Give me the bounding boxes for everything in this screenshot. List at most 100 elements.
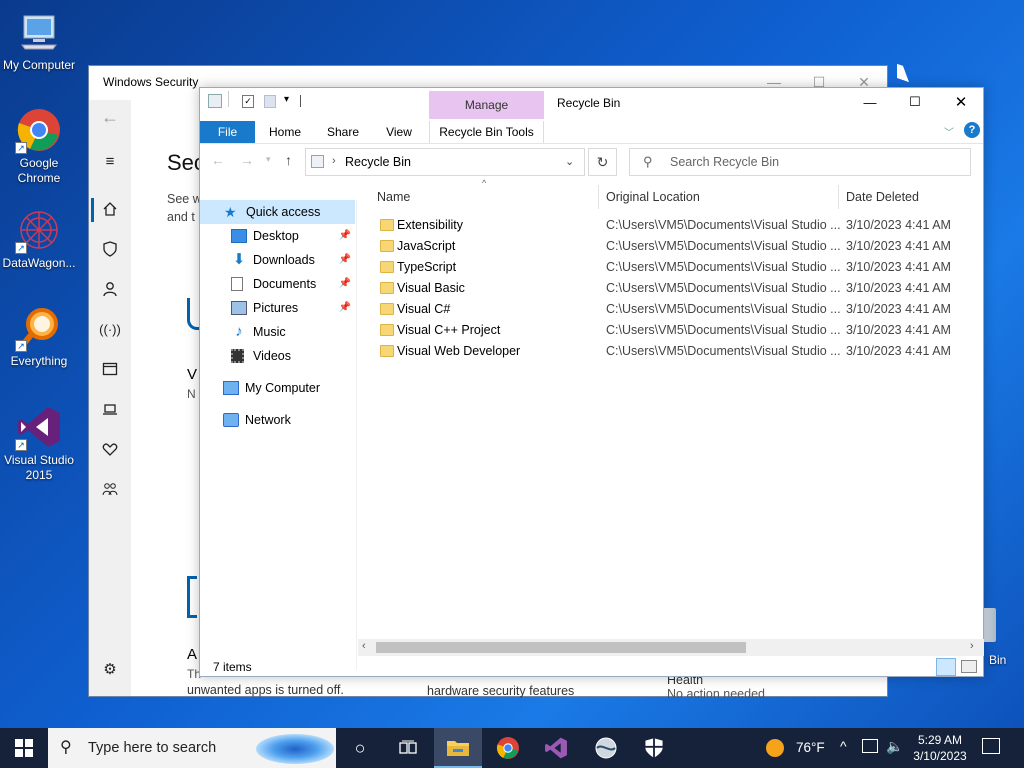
desktop-icon-everything[interactable]: ↗ Everything [0,304,78,369]
taskbar-windows-security-button[interactable] [630,728,678,768]
tab-recycle-bin-tools[interactable]: Recycle Bin Tools [429,121,544,143]
network-status-icon[interactable] [862,739,878,753]
cortana-circle-icon[interactable]: ○ [336,728,384,768]
device-health-heart-icon[interactable] [99,438,121,460]
column-header-name[interactable]: Name [377,188,410,206]
file-row[interactable]: JavaScript C:\Users\VM5\Documents\Visual … [370,236,970,257]
maximize-button[interactable]: ☐ [892,88,938,116]
refresh-icon[interactable]: ↻ [588,148,617,176]
customize-toolbar-dropdown-icon[interactable]: ▾ [284,94,289,105]
file-row[interactable]: Visual C# C:\Users\VM5\Documents\Visual S… [370,299,970,320]
desktop-icon-my-computer[interactable]: My Computer [0,8,78,73]
nav-downloads[interactable]: ⬇ Downloads 📌 [200,248,355,272]
tab-view[interactable]: View [374,121,424,143]
properties-checkbox-icon[interactable]: ✓ [242,95,254,108]
scroll-left-arrow-icon[interactable]: ‹ [362,640,366,652]
scrollbar-thumb[interactable] [376,642,746,653]
nav-label: Documents [253,277,317,291]
action-center-notification-icon[interactable] [982,738,1000,754]
shield-icon[interactable] [99,238,121,260]
app-browser-icon[interactable] [99,358,121,380]
pin-icon[interactable]: 📌 [339,272,351,296]
nav-my-computer[interactable]: My Computer [200,376,355,400]
pin-icon[interactable]: 📌 [339,248,351,272]
column-header-date-deleted[interactable]: Date Deleted [846,188,919,206]
file-row[interactable]: Visual C++ Project C:\Users\VM5\Documents… [370,320,970,341]
horizontal-scrollbar[interactable]: ‹ › [358,639,984,656]
virus-protection-shield-icon [187,298,199,330]
weather-sun-icon[interactable] [766,739,784,757]
column-header-original-location[interactable]: Original Location [606,188,700,206]
taskbar-chrome-button[interactable] [484,728,532,768]
desktop-icon-label: My Computer [2,58,76,72]
documents-icon [231,277,243,291]
taskbar-search-box[interactable]: ⚲ Type here to search [48,728,336,768]
folder-icon [380,345,394,357]
family-options-icon[interactable] [99,478,121,500]
taskbar-app-globe-button[interactable] [582,728,630,768]
breadcrumb[interactable]: Recycle Bin [345,155,411,169]
search-input[interactable]: ⚲ Search Recycle Bin [629,148,971,176]
scroll-right-arrow-icon[interactable]: › [970,640,974,652]
file-row[interactable]: Extensibility C:\Users\VM5\Documents\Visu… [370,215,970,236]
tab-home[interactable]: Home [260,121,310,143]
clock[interactable]: 5:29 AM 3/10/2023 [912,732,968,764]
network-icon [223,413,239,427]
details-view-icon[interactable] [936,658,956,676]
help-icon[interactable]: ? [964,122,980,138]
firewall-network-icon[interactable]: ((·)) [99,318,121,340]
recycle-bin-icon[interactable] [982,608,996,642]
window-title: Recycle Bin [557,96,621,110]
minimize-button[interactable]: — [847,88,893,116]
ribbon-expand-chevron-icon[interactable]: ﹀ [944,124,954,139]
back-arrow-icon[interactable]: ← [211,152,225,168]
new-folder-icon[interactable] [264,95,276,108]
show-hidden-icons-chevron-icon[interactable]: ^ [840,738,847,754]
nav-pictures[interactable]: Pictures 📌 [200,296,355,320]
file-row[interactable]: Visual Web Developer C:\Users\VM5\Documen… [370,341,970,362]
up-arrow-icon[interactable]: ↑ [285,152,292,168]
desktop-icon-datawagon[interactable]: ↗ DataWagon... [0,206,78,271]
settings-gear-icon[interactable]: ⚙ [99,658,121,680]
forward-arrow-icon[interactable]: → [240,152,254,168]
manage-tab-label[interactable]: Manage [429,98,544,112]
task-view-icon[interactable] [384,728,432,768]
volume-speaker-icon[interactable]: 🔈 [886,738,903,755]
nav-desktop[interactable]: Desktop 📌 [200,224,355,248]
recent-locations-chevron-icon[interactable]: ▾ [266,154,271,165]
pin-icon[interactable]: 📌 [339,224,351,248]
file-row[interactable]: TypeScript C:\Users\VM5\Documents\Visual … [370,257,970,278]
hamburger-menu-icon[interactable]: ≡ [99,150,121,172]
windows-start-icon[interactable] [0,728,48,768]
nav-network[interactable]: Network [200,408,355,432]
nav-quick-access[interactable]: ★ Quick access [200,200,355,224]
nav-music[interactable]: ♪ Music [200,320,355,344]
weather-temperature[interactable]: 76°F [796,740,825,755]
home-icon[interactable] [99,198,121,220]
tile-status: N [187,387,196,401]
nav-videos[interactable]: Videos [200,344,355,368]
taskbar-visual-studio-button[interactable] [532,728,580,768]
tile-description: hardware security features [427,684,575,698]
device-security-laptop-icon[interactable] [99,398,121,420]
computer-icon [15,8,63,56]
taskbar-file-explorer-button[interactable] [434,728,482,768]
account-person-icon[interactable] [99,278,121,300]
desktop-icon-visual-studio[interactable]: ↗ Visual Studio 2015 [0,403,78,483]
page-description: See w [167,192,202,206]
recycle-bin-label: Bin [989,653,1007,667]
tab-file[interactable]: File [200,121,255,143]
address-dropdown-chevron-icon[interactable]: ⌄ [565,155,574,168]
large-icons-view-icon[interactable] [961,660,977,673]
desktop-icon-chrome[interactable]: ↗ Google Chrome [0,106,78,186]
nav-documents[interactable]: Documents 📌 [200,272,355,296]
folder-icon [380,324,394,336]
pin-icon[interactable]: 📌 [339,296,351,320]
address-bar[interactable]: › Recycle Bin ⌄ [305,148,585,176]
computer-icon [223,381,239,395]
file-row[interactable]: Visual Basic C:\Users\VM5\Documents\Visua… [370,278,970,299]
close-button[interactable]: ✕ [938,88,984,116]
tab-share[interactable]: Share [318,121,368,143]
back-arrow-icon[interactable]: ← [99,106,121,128]
nav-label: Network [245,413,291,427]
